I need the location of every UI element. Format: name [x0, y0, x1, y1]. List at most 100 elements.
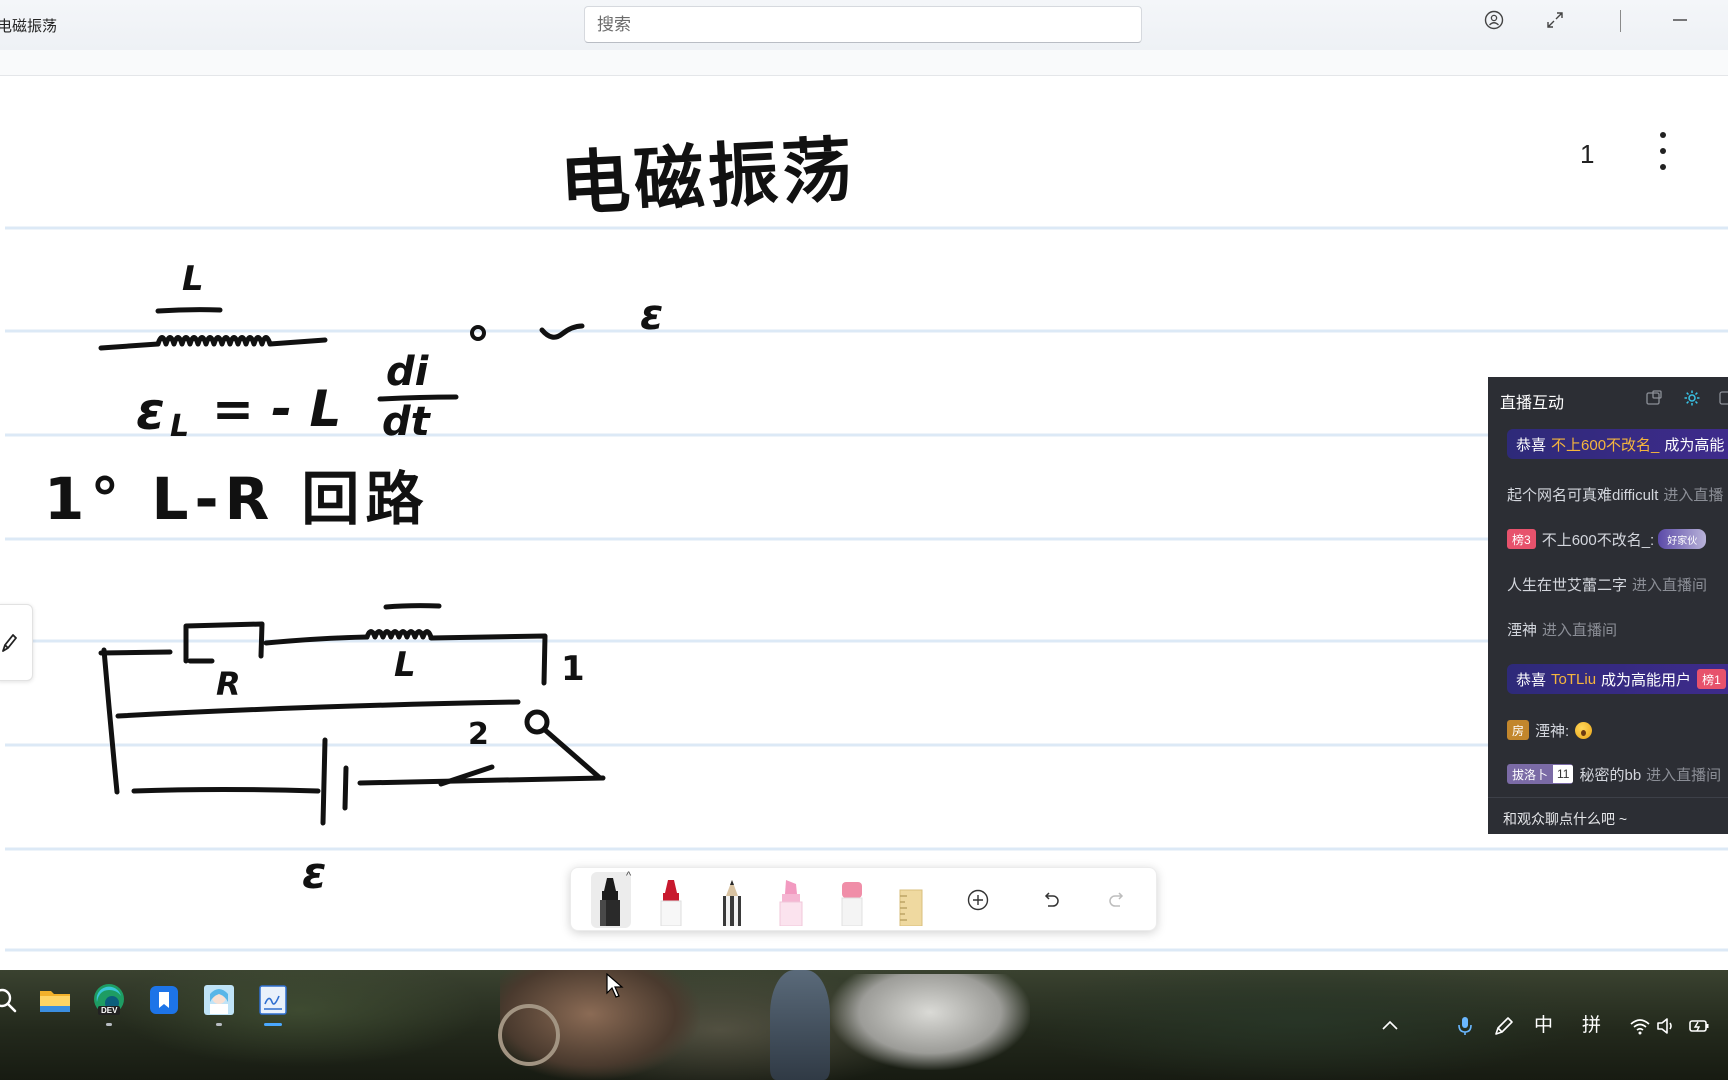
rank-badge: 榜3	[1507, 529, 1536, 549]
redo-icon[interactable]	[1106, 888, 1130, 912]
message-user[interactable]: 起个网名可真难difficult	[1507, 484, 1658, 505]
message-user[interactable]: 不上600不改名_:	[1542, 529, 1655, 550]
popout-icon[interactable]	[1645, 389, 1663, 407]
equation-subscript: L	[170, 409, 190, 444]
enter-message: 人生在世艾蕾二字 进入直播间	[1507, 569, 1707, 599]
equation-denominator: dt	[382, 399, 430, 445]
resistor-label: R	[216, 665, 241, 703]
circuit-wire-middle	[115, 699, 521, 719]
eraser-icon[interactable]	[836, 874, 868, 926]
add-icon[interactable]	[966, 888, 990, 912]
microphone-icon[interactable]	[1454, 1015, 1476, 1037]
battery-short-plate	[342, 765, 349, 811]
search-icon[interactable]	[0, 982, 22, 1018]
ime-layout[interactable]: 拼	[1582, 1015, 1601, 1037]
photo-app-icon[interactable]	[201, 982, 237, 1018]
edge-dev-icon[interactable]: DEV	[91, 982, 127, 1018]
file-explorer-icon[interactable]	[37, 982, 73, 1018]
live-interaction-panel: 直播互动 恭喜 不上600不改名_ 成为高能 起个网名可真难difficult …	[1488, 377, 1728, 834]
equation-rhs: = - L	[212, 380, 342, 438]
gift-message: 恭喜 ToTLiu 成为高能用户 榜1	[1507, 664, 1728, 694]
contact-2-label: 2	[468, 717, 489, 752]
active-app-indicator	[264, 1023, 282, 1026]
wallpaper-figure	[770, 970, 830, 1080]
battery-long-plate	[320, 737, 328, 826]
message-user[interactable]: 湮神:	[1535, 720, 1569, 741]
message-user[interactable]: 不上600不改名_	[1551, 434, 1659, 455]
circuit-wire-top-right	[428, 633, 548, 686]
circuit-wire-top-left	[98, 649, 173, 656]
undo-icon[interactable]	[1038, 888, 1062, 912]
equation-numerator: di	[386, 349, 429, 395]
inductor-bar	[383, 603, 442, 610]
fan-badge: 拔洛卜 11	[1507, 764, 1574, 784]
enter-message: 起个网名可真难difficult 进入直播	[1507, 479, 1723, 509]
contact-1-label: 1	[561, 649, 585, 689]
inductor-label-bar	[155, 307, 223, 314]
circuit-wire-bottom-right	[357, 775, 606, 786]
ruler-icon[interactable]	[895, 874, 927, 926]
fan-badge-name: 拔洛卜	[1512, 767, 1549, 782]
enter-message: 湮神 进入直播间	[1507, 614, 1617, 644]
chat-input[interactable]: 和观众聊点什么吧 ~	[1488, 797, 1728, 834]
panel-extra-icon[interactable]	[1718, 389, 1728, 407]
section-title: 1° L-R 回路	[44, 465, 430, 533]
gift-suffix: 成为高能用户	[1601, 671, 1692, 689]
chat-message: 榜3 不上600不改名_: 好家伙	[1507, 524, 1707, 554]
whiteboard-icon[interactable]	[255, 982, 291, 1018]
inductor-label: L	[182, 259, 204, 299]
running-indicator	[216, 1023, 222, 1026]
inductor-coil	[364, 629, 434, 640]
fan-badge-level: 11	[1553, 765, 1574, 783]
room-badge: 房	[1507, 720, 1530, 740]
message-user[interactable]: 湮神	[1507, 619, 1537, 640]
side-pen-tab[interactable]	[0, 604, 33, 681]
source-label: ε	[302, 848, 327, 899]
wallpaper-wheel	[498, 1004, 560, 1066]
page-number: 1	[1580, 139, 1595, 169]
mouse-cursor-icon	[606, 973, 624, 998]
inductor-sketch	[98, 335, 328, 351]
circuit-wire-bottom-left	[131, 787, 321, 794]
running-indicator	[106, 1023, 112, 1026]
pencil-icon[interactable]	[716, 874, 748, 926]
sticker-image: 好家伙	[1658, 529, 1707, 549]
battery-icon[interactable]	[1688, 1015, 1710, 1037]
rank-badge: 榜1	[1697, 669, 1726, 689]
chat-message: 房 湮神:	[1507, 715, 1593, 745]
settings-icon[interactable]	[1683, 389, 1701, 407]
chevron-up-icon[interactable]	[1379, 1015, 1401, 1037]
blue-app-icon[interactable]	[146, 982, 182, 1018]
pen-icon[interactable]	[1493, 1015, 1515, 1037]
tool-options-caret[interactable]: ^	[626, 870, 631, 882]
gift-suffix: 成为高能	[1664, 436, 1725, 454]
highlighter-icon[interactable]	[775, 874, 807, 926]
message-user[interactable]: ToTLiu	[1551, 671, 1596, 688]
enter-message: 拔洛卜 11 秘密的bb 进入直播间	[1507, 759, 1721, 789]
heading-handwritten: 电磁振荡	[558, 128, 858, 226]
gift-prefix: 恭喜	[1516, 436, 1547, 454]
more-vertical-icon[interactable]	[1653, 130, 1673, 172]
message-user[interactable]: 人生在世艾蕾二字	[1507, 574, 1627, 595]
edge-dev-badge: DEV	[98, 1006, 121, 1015]
enter-action: 进入直播间	[1542, 621, 1618, 639]
switch-lever	[542, 727, 603, 781]
gift-prefix: 恭喜	[1516, 671, 1547, 689]
ime-mode[interactable]: 中	[1534, 1015, 1553, 1037]
emf-symbol: ε	[640, 290, 664, 339]
volume-icon[interactable]	[1655, 1015, 1677, 1037]
circuit-inductor-label: L	[394, 645, 416, 685]
pen-icon	[2, 634, 17, 652]
circuit-wire-left	[101, 647, 120, 795]
message-user[interactable]: 秘密的bb	[1579, 764, 1641, 785]
red-marker-icon[interactable]	[655, 874, 687, 926]
small-circle-mark	[470, 325, 486, 341]
taskbar: DEV 中 拼	[0, 970, 1728, 1080]
gift-message: 恭喜 不上600不改名_ 成为高能	[1507, 429, 1728, 459]
surprised-emoji-icon	[1575, 721, 1593, 739]
enter-action: 进入直播	[1663, 486, 1724, 504]
wallpaper-horse	[830, 974, 1030, 1070]
equation-symbol: ε	[136, 382, 165, 442]
black-marker-icon[interactable]	[594, 874, 626, 926]
wifi-icon[interactable]	[1629, 1015, 1651, 1037]
